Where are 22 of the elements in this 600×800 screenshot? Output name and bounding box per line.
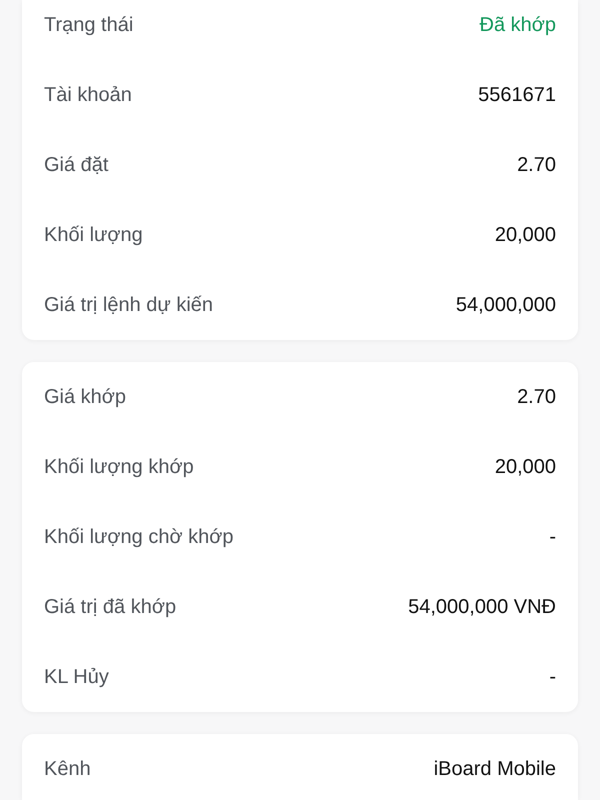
field-label: Khối lượng chờ khớp	[44, 525, 234, 549]
field-value: -	[549, 525, 556, 549]
field-label: Kênh	[44, 757, 91, 781]
field-label: Giá trị đã khớp	[44, 595, 176, 619]
field-value: 54,000,000	[456, 293, 556, 317]
field-label: Trạng thái	[44, 13, 134, 37]
field-label: Khối lượng	[44, 223, 143, 247]
field-value: 2.70	[517, 153, 556, 177]
field-label: Khối lượng khớp	[44, 455, 194, 479]
field-label: KL Hủy	[44, 665, 109, 689]
field-label: Tài khoản	[44, 83, 132, 107]
field-value: 54,000,000 VNĐ	[408, 595, 556, 619]
field-value: 20,000	[494, 223, 556, 247]
field-label: Giá đặt	[44, 153, 108, 177]
field-value: 2.70	[517, 385, 556, 409]
field-label: Giá trị lệnh dự kiến	[44, 293, 214, 317]
field-value: 5561671	[478, 83, 556, 107]
field-value: 20,000	[494, 455, 556, 479]
field-value: iBoard Mobile	[434, 757, 556, 781]
field-value: -	[549, 665, 556, 689]
field-label: Giá khớp	[44, 385, 126, 409]
status-value: Đã khớp	[480, 13, 556, 37]
